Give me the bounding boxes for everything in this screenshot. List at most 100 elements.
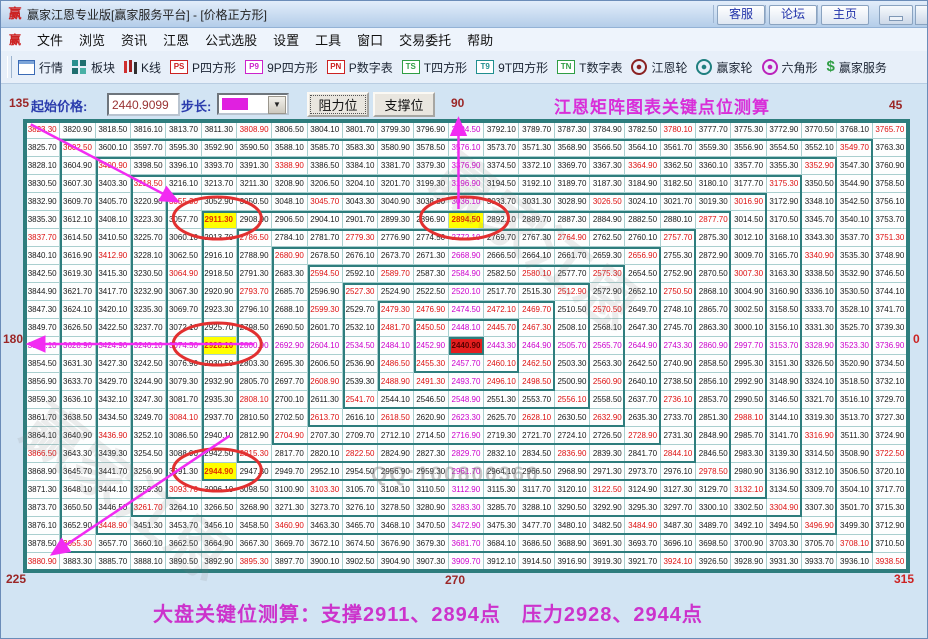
app-window: 赢 赢家江恩专业版[赢家服务平台] - [价格正方形] 客服 论坛 主页 赢 文… xyxy=(0,0,928,639)
grid-cell: 2716.90 xyxy=(449,427,484,445)
toolbar-item[interactable]: TNT数字表 xyxy=(557,59,622,76)
menu-item[interactable]: 江恩 xyxy=(155,30,197,49)
grid-cell: 3297.70 xyxy=(661,499,696,517)
grid-cell: 3712.90 xyxy=(873,517,908,535)
customer-service-button[interactable]: 客服 xyxy=(717,5,765,25)
grid-cell: 3693.70 xyxy=(625,535,660,553)
grid-cell: 2702.50 xyxy=(272,409,307,427)
grid-cell: 3588.10 xyxy=(272,139,307,157)
grid-cell: 2776.90 xyxy=(378,229,413,247)
grid-cell: 3765.70 xyxy=(873,121,908,139)
menu-item[interactable]: 窗口 xyxy=(349,30,391,49)
grid-cell: 3912.10 xyxy=(484,553,519,571)
dropdown-arrow-icon[interactable]: ▼ xyxy=(268,96,286,114)
grid-cell: 2570.50 xyxy=(590,301,625,319)
grid-cell: 2690.50 xyxy=(272,319,307,337)
grid-cell: 3057.70 xyxy=(166,211,201,229)
grid-cell: 3789.70 xyxy=(519,121,554,139)
grid-cell: 2851.30 xyxy=(696,409,731,427)
grid-cell: 3290.50 xyxy=(555,499,590,517)
grid-cell: 3458.50 xyxy=(237,517,272,535)
toolbar-item[interactable]: T99T四方形 xyxy=(476,59,548,76)
menu-item[interactable]: 设置 xyxy=(265,30,307,49)
toolbar-item-label: P数字表 xyxy=(349,59,393,76)
toolbar-item[interactable]: PSP四方形 xyxy=(170,59,236,76)
grid-cell: 3393.70 xyxy=(202,157,237,175)
resistance-button[interactable]: 阻力位 xyxy=(307,92,369,117)
grid-cell: 2911.30 xyxy=(202,211,237,229)
grid-cell: 2659.30 xyxy=(590,247,625,265)
start-price-input[interactable] xyxy=(107,93,180,116)
grid-cell: 3326.50 xyxy=(802,355,837,373)
toolbar-item[interactable]: 板块 xyxy=(72,59,115,76)
toolbar-item[interactable]: 六角形 xyxy=(762,59,818,76)
grid-cell: 3031.30 xyxy=(519,193,554,211)
forum-button[interactable]: 论坛 xyxy=(769,5,817,25)
grid-cell: 3408.10 xyxy=(96,211,131,229)
menu-item[interactable]: 浏览 xyxy=(71,30,113,49)
grid-cell: 3720.10 xyxy=(873,463,908,481)
grid-cell: 3511.30 xyxy=(837,427,872,445)
grid-cell: 3936.10 xyxy=(837,553,872,571)
grid-cell: 2592.10 xyxy=(343,265,378,283)
grid-cell: 3242.50 xyxy=(131,355,166,373)
grid-cell: 2822.50 xyxy=(343,445,378,463)
grid-cell: 3340.90 xyxy=(802,247,837,265)
grid-cell: 3050.50 xyxy=(237,193,272,211)
minimize-button[interactable] xyxy=(879,5,913,25)
homepage-button[interactable]: 主页 xyxy=(821,5,869,25)
toolbar-item[interactable]: $赢家服务 xyxy=(827,59,887,76)
grid-cell: 2580.10 xyxy=(519,265,554,283)
grid-cell: 2985.70 xyxy=(731,427,766,445)
grid-cell: 2733.70 xyxy=(661,409,696,427)
grid-cell: 3177.70 xyxy=(731,175,766,193)
grid-cell: 2457.70 xyxy=(449,355,484,373)
step-dropdown[interactable]: ▼ xyxy=(217,93,289,115)
grid-cell: 2551.30 xyxy=(484,391,519,409)
grid-cell: 3710.50 xyxy=(873,535,908,553)
grid-cell: 3165.70 xyxy=(767,247,802,265)
grid-cell: 2649.70 xyxy=(625,301,660,319)
grid-cell: 2726.50 xyxy=(590,427,625,445)
window-edge-button[interactable] xyxy=(915,5,928,25)
grid-cell: 3484.90 xyxy=(625,517,660,535)
grid-cell: 3518.50 xyxy=(837,373,872,391)
grid-cell: 2692.90 xyxy=(272,337,307,355)
toolbar-item[interactable]: 赢家轮 xyxy=(696,59,752,76)
menu-item[interactable]: 工具 xyxy=(307,30,349,49)
toolbar-item[interactable]: K线 xyxy=(124,59,161,76)
toolbar-item[interactable]: 行情 xyxy=(18,59,63,76)
grid-cell: 3933.70 xyxy=(802,553,837,571)
menu-item[interactable]: 公式选股 xyxy=(197,30,265,49)
grid-cell: 3211.30 xyxy=(237,175,272,193)
grid-cell: 2750.50 xyxy=(661,283,696,301)
grid-cell: 2546.50 xyxy=(414,391,449,409)
grid-cell: 2584.90 xyxy=(449,265,484,283)
grid-cell: 3938.50 xyxy=(873,553,908,571)
grid-cell: 3904.90 xyxy=(378,553,413,571)
toolbar-drag-handle[interactable] xyxy=(7,56,12,78)
grid-cell: 2460.10 xyxy=(484,355,519,373)
grid-cell: 3132.10 xyxy=(731,481,766,499)
grid-cell: 2688.10 xyxy=(272,301,307,319)
toolbar-item[interactable]: TST四方形 xyxy=(402,59,467,76)
menu-item[interactable]: 资讯 xyxy=(113,30,155,49)
grid-cell: 2565.70 xyxy=(590,337,625,355)
grid-cell: 2839.30 xyxy=(590,445,625,463)
support-button[interactable]: 支撑位 xyxy=(373,92,435,117)
menu-item[interactable]: 交易委托 xyxy=(391,30,459,49)
menu-item[interactable]: 帮助 xyxy=(459,30,501,49)
grid-cell: 2534.50 xyxy=(343,337,378,355)
start-price-label: 起始价格: xyxy=(31,96,87,115)
grid-cell: 3302.50 xyxy=(731,499,766,517)
grid-cell: 2664.10 xyxy=(519,247,554,265)
grid-cell: 2611.30 xyxy=(308,391,343,409)
grid-cell: 2810.50 xyxy=(237,409,272,427)
grid-cell: 3182.50 xyxy=(661,175,696,193)
grid-cell: 3189.70 xyxy=(555,175,590,193)
toolbar-item[interactable]: 江恩轮 xyxy=(631,59,687,76)
menu-item[interactable]: 文件 xyxy=(29,30,71,49)
toolbar-item[interactable]: PNP数字表 xyxy=(327,59,393,76)
toolbar-item[interactable]: P99P四方形 xyxy=(245,59,318,76)
grid-cell: 2932.90 xyxy=(202,373,237,391)
